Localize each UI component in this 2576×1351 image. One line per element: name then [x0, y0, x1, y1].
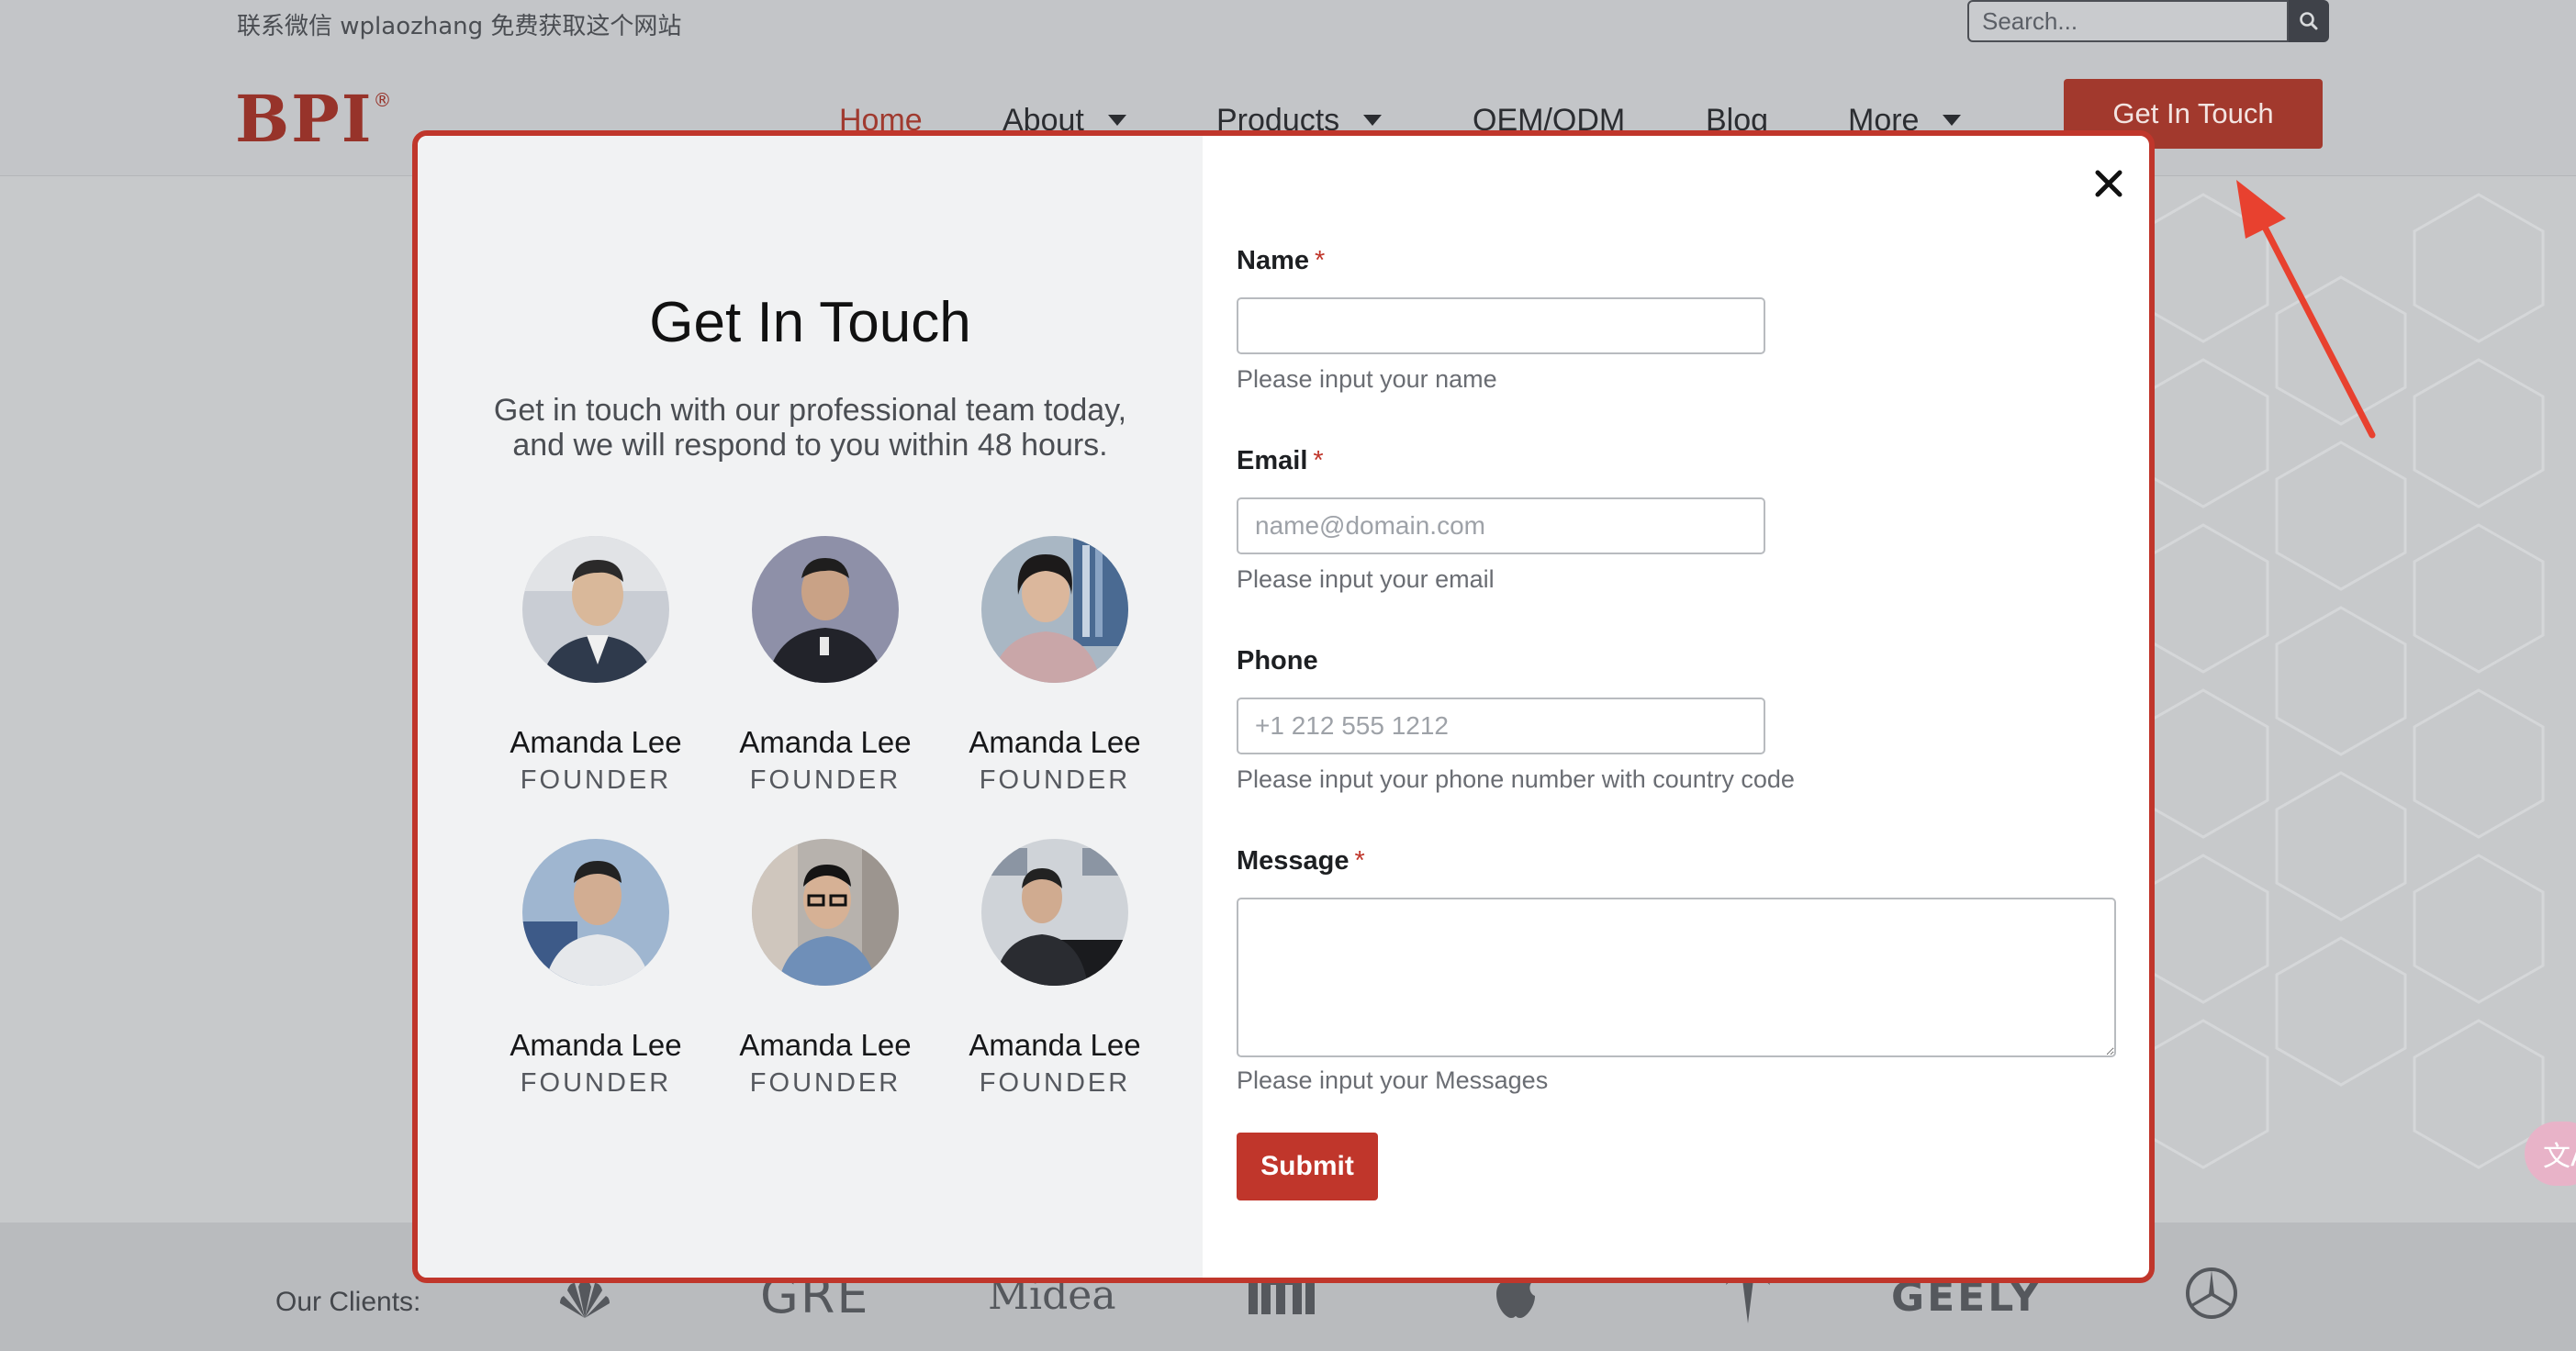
search-box	[1967, 0, 2329, 42]
team-member: Amanda Lee FOUNDER	[486, 839, 706, 1099]
phone-label-text: Phone	[1237, 646, 1318, 676]
logo-text: BPI	[235, 81, 374, 157]
team-member-role: FOUNDER	[749, 765, 902, 795]
modal-title: Get In Touch	[649, 291, 971, 354]
avatar	[522, 839, 669, 986]
chevron-down-icon	[1943, 115, 1962, 126]
email-field[interactable]	[1237, 497, 1765, 554]
team-member-role: FOUNDER	[979, 1068, 1131, 1098]
required-mark: *	[1313, 446, 1324, 475]
annotation-arrow-icon	[2236, 180, 2376, 439]
message-field[interactable]	[1237, 898, 2116, 1057]
avatar	[981, 536, 1128, 683]
submit-button[interactable]: Submit	[1237, 1133, 1378, 1200]
top-bar: 联系微信 wplaozhang 免费获取这个网站	[0, 0, 2576, 52]
team-member: Amanda Lee FOUNDER	[715, 839, 935, 1099]
mercedes-logo-icon	[2186, 1267, 2237, 1319]
team-member: Amanda Lee FOUNDER	[945, 839, 1165, 1099]
team-member: Amanda Lee FOUNDER	[486, 536, 706, 796]
avatar	[522, 536, 669, 683]
required-mark: *	[1315, 246, 1326, 275]
registered-mark: ®	[373, 89, 394, 111]
message-label: Message *	[1237, 846, 1365, 876]
search-button[interactable]	[2289, 0, 2329, 42]
chevron-down-icon	[1107, 115, 1126, 126]
name-label-text: Name	[1237, 246, 1309, 275]
modal-team-panel: Get In Touch Get in touch with our profe…	[418, 136, 1203, 1278]
team-member-role: FOUNDER	[749, 1068, 902, 1098]
avatar	[752, 536, 899, 683]
team-member-name: Amanda Lee	[969, 725, 1141, 759]
team-member-role: FOUNDER	[520, 765, 672, 795]
email-help: Please input your email	[1237, 565, 1495, 593]
name-field[interactable]	[1237, 297, 1765, 354]
search-input[interactable]	[1967, 0, 2289, 42]
chevron-down-icon	[1363, 115, 1383, 126]
brand-logo[interactable]: BPI®	[235, 87, 394, 151]
message-help: Please input your Messages	[1237, 1066, 1549, 1094]
team-member-name: Amanda Lee	[739, 1028, 912, 1062]
phone-label: Phone	[1237, 646, 1318, 676]
search-icon	[2300, 12, 2318, 30]
message-label-text: Message	[1237, 846, 1350, 876]
name-help: Please input your name	[1237, 365, 1497, 393]
team-member: Amanda Lee FOUNDER	[715, 536, 935, 796]
name-label: Name *	[1237, 246, 1325, 276]
team-member: Amanda Lee FOUNDER	[945, 536, 1165, 796]
email-label: Email *	[1237, 446, 1324, 476]
contact-modal: Get In Touch Get in touch with our profe…	[412, 130, 2155, 1283]
required-mark: *	[1354, 846, 1365, 876]
avatar	[981, 839, 1128, 986]
wechat-contact-text: 联系微信 wplaozhang 免费获取这个网站	[237, 13, 682, 40]
close-icon[interactable]	[2090, 165, 2127, 202]
phone-field[interactable]	[1237, 698, 1765, 754]
team-member-name: Amanda Lee	[510, 725, 682, 759]
avatar	[752, 839, 899, 986]
phone-help: Please input your phone number with coun…	[1237, 765, 1795, 793]
team-member-name: Amanda Lee	[510, 1028, 682, 1062]
team-member-name: Amanda Lee	[969, 1028, 1141, 1062]
email-label-text: Email	[1237, 446, 1308, 475]
team-member-role: FOUNDER	[979, 765, 1131, 795]
team-member-role: FOUNDER	[520, 1068, 672, 1098]
team-member-name: Amanda Lee	[739, 725, 912, 759]
clients-label: Our Clients:	[275, 1287, 421, 1317]
modal-subtitle: Get in touch with our professional team …	[493, 393, 1127, 463]
